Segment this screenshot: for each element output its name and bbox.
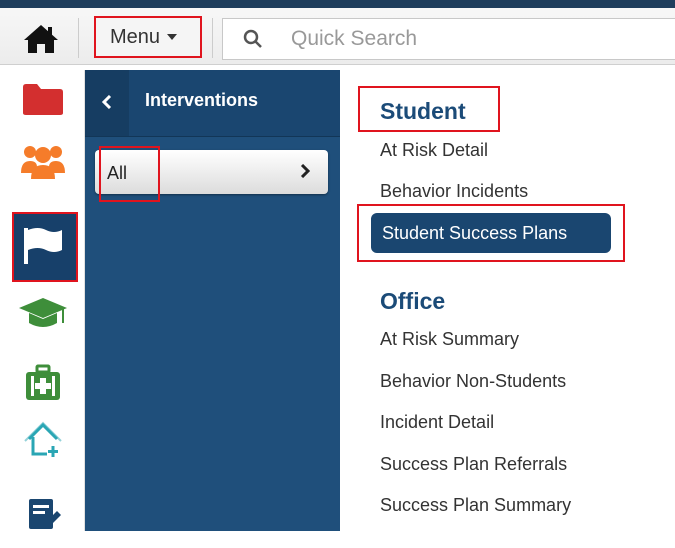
menu-label: Menu bbox=[110, 25, 161, 48]
rail-item-academics[interactable] bbox=[0, 284, 85, 346]
rail-item-users[interactable] bbox=[0, 133, 85, 195]
menu-button[interactable]: Menu bbox=[94, 16, 202, 58]
graduation-cap-icon bbox=[17, 295, 69, 336]
quick-search-box[interactable] bbox=[222, 18, 675, 60]
student-success-plans-highlight bbox=[357, 204, 625, 262]
caret-down-icon bbox=[167, 34, 178, 40]
home-icon[interactable] bbox=[22, 22, 60, 56]
users-icon bbox=[19, 143, 67, 186]
back-button[interactable] bbox=[85, 70, 129, 136]
search-icon bbox=[243, 29, 263, 49]
link-at-risk-summary[interactable]: At Risk Summary bbox=[380, 329, 519, 350]
link-behavior-incidents[interactable]: Behavior Incidents bbox=[380, 181, 528, 202]
rail-active-highlight bbox=[12, 212, 78, 282]
submenu-header: Interventions bbox=[85, 70, 340, 137]
all-item-highlight bbox=[99, 146, 160, 202]
medical-kit-icon bbox=[23, 363, 63, 408]
search-input[interactable] bbox=[289, 26, 653, 52]
link-incident-detail[interactable]: Incident Detail bbox=[380, 412, 494, 433]
link-success-plan-summary[interactable]: Success Plan Summary bbox=[380, 495, 571, 516]
link-success-plan-referrals[interactable]: Success Plan Referrals bbox=[380, 454, 567, 475]
submenu-panel: Interventions All bbox=[85, 70, 340, 531]
rail-item-health[interactable] bbox=[0, 354, 85, 416]
link-at-risk-detail[interactable]: At Risk Detail bbox=[380, 140, 488, 161]
submenu-title: Interventions bbox=[145, 90, 259, 110]
chevron-left-icon bbox=[101, 93, 113, 114]
student-heading-highlight bbox=[358, 86, 500, 132]
chevron-right-icon bbox=[300, 162, 311, 183]
report-list: Student At Risk Detail Behavior Incident… bbox=[340, 70, 675, 531]
rail-item-reports[interactable] bbox=[0, 486, 85, 548]
folder-icon bbox=[21, 81, 65, 122]
home-plus-icon bbox=[23, 419, 63, 464]
separator bbox=[78, 18, 79, 58]
rail-item-folder[interactable] bbox=[0, 70, 85, 132]
separator bbox=[212, 18, 213, 58]
section-heading-office: Office bbox=[380, 288, 446, 314]
link-behavior-non-students[interactable]: Behavior Non-Students bbox=[380, 371, 566, 392]
rail-item-home-services[interactable] bbox=[0, 410, 85, 472]
report-icon bbox=[23, 495, 63, 540]
